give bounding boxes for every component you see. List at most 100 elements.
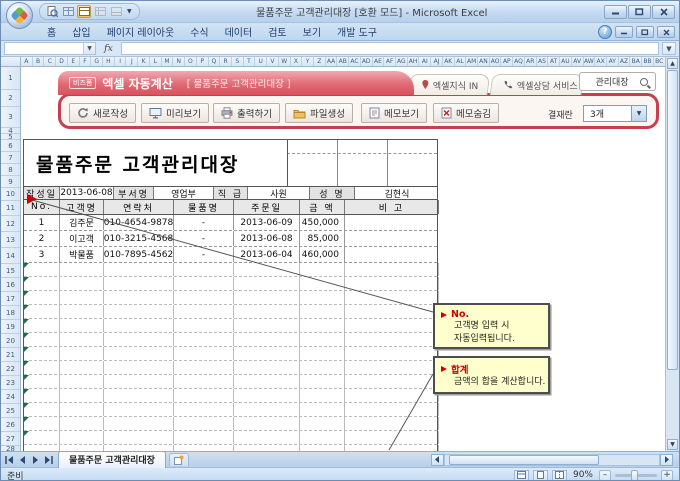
row-header-8[interactable]: 8 <box>1 164 20 176</box>
row-header-26[interactable]: 26 <box>1 418 20 432</box>
ribbon-tab-보기[interactable]: 보기 <box>295 22 329 41</box>
table-cell[interactable] <box>345 291 439 304</box>
table-cell[interactable] <box>234 305 300 318</box>
table-cell[interactable]: 이고객 <box>60 231 104 246</box>
table-cell[interactable]: 010-4654-9878 <box>104 215 174 230</box>
column-header-AQ[interactable]: AQ <box>513 57 525 66</box>
column-header-AG[interactable]: AG <box>396 57 408 66</box>
column-header-E[interactable]: E <box>68 57 80 66</box>
column-header-P[interactable]: P <box>197 57 209 66</box>
row-header-18[interactable]: 18 <box>1 306 20 320</box>
table-cell[interactable]: 2013-06-09 <box>234 215 300 230</box>
scroll-down-icon[interactable]: ▼ <box>667 439 678 450</box>
column-header-AY[interactable]: AY <box>607 57 619 66</box>
table-cell[interactable] <box>104 291 174 304</box>
create-file-button[interactable]: 파일생성 <box>285 103 353 123</box>
info-value[interactable]: 영업부 <box>154 187 214 199</box>
column-header-H[interactable]: H <box>103 57 115 66</box>
column-header-AF[interactable]: AF <box>384 57 396 66</box>
column-header-AI[interactable]: AI <box>419 57 431 66</box>
insert-worksheet-icon[interactable] <box>169 453 189 466</box>
row-header-12[interactable]: 12 <box>1 216 20 232</box>
column-header-X[interactable]: X <box>291 57 303 66</box>
table-cell[interactable] <box>300 305 345 318</box>
table-cell[interactable] <box>174 333 234 346</box>
row-header-7[interactable]: 7 <box>1 152 20 164</box>
table-cell[interactable] <box>300 333 345 346</box>
table-cell[interactable] <box>60 305 104 318</box>
table-cell[interactable] <box>24 319 60 332</box>
table-cell[interactable] <box>234 277 300 290</box>
table-cell[interactable] <box>300 277 345 290</box>
table-cell[interactable] <box>345 319 439 332</box>
row-header-3[interactable]: 3 <box>1 107 20 128</box>
tab-nav-next-icon[interactable] <box>29 453 42 466</box>
column-header-AM[interactable]: AM <box>466 57 478 66</box>
row-header-6[interactable]: 6 <box>1 140 20 152</box>
office-button[interactable] <box>6 2 33 29</box>
zoom-out-icon[interactable]: – <box>599 470 611 481</box>
page-break-view-icon[interactable] <box>552 470 567 481</box>
print-preview-button[interactable]: 미리보기 <box>141 103 209 123</box>
minimize-button[interactable] <box>604 5 627 19</box>
row-header-20[interactable]: 20 <box>1 334 20 348</box>
column-header-U[interactable]: U <box>255 57 267 66</box>
table-header-cell[interactable]: 물품명 <box>174 200 234 214</box>
table-cell[interactable] <box>24 389 60 402</box>
column-header-B[interactable]: B <box>33 57 45 66</box>
table-cell[interactable] <box>345 417 439 430</box>
table-cell[interactable] <box>24 305 60 318</box>
table-cell[interactable] <box>300 263 345 276</box>
column-header-K[interactable]: K <box>138 57 150 66</box>
table-cell[interactable] <box>345 389 439 402</box>
approval-count-value[interactable]: 3개 <box>583 105 632 122</box>
row-header-10[interactable]: 10 <box>1 188 20 201</box>
banner-tab-knowledge[interactable]: 엑셀지식 IN <box>408 74 491 95</box>
table-cell[interactable] <box>60 445 104 451</box>
table-cell[interactable] <box>234 291 300 304</box>
table-cell[interactable] <box>174 263 234 276</box>
table-cell[interactable]: - <box>174 231 234 246</box>
info-label[interactable]: 작성일 <box>24 187 60 199</box>
table-cell[interactable] <box>24 291 60 304</box>
column-header-W[interactable]: W <box>279 57 291 66</box>
print-preview-icon[interactable] <box>45 5 59 18</box>
approval-sign-box[interactable] <box>287 139 438 187</box>
table-cell[interactable] <box>234 389 300 402</box>
table-cell[interactable] <box>174 347 234 360</box>
scroll-right-icon[interactable] <box>660 454 673 466</box>
column-header-AJ[interactable]: AJ <box>431 57 443 66</box>
table-cell[interactable] <box>60 291 104 304</box>
table-cell[interactable] <box>300 291 345 304</box>
table-cell[interactable] <box>60 347 104 360</box>
table-cell[interactable] <box>174 389 234 402</box>
table-cell[interactable] <box>345 247 439 262</box>
table-cell[interactable] <box>60 417 104 430</box>
column-header-BC[interactable]: BC <box>654 57 665 66</box>
table-cell[interactable] <box>60 403 104 416</box>
new-document-button[interactable]: 새로작성 <box>69 103 136 123</box>
table-cell[interactable] <box>300 403 345 416</box>
table-cell[interactable] <box>60 361 104 374</box>
normal-view-icon[interactable] <box>514 470 529 481</box>
table-cell[interactable] <box>234 319 300 332</box>
table-cell[interactable] <box>174 417 234 430</box>
row-header-15[interactable]: 15 <box>1 264 20 278</box>
row-header-14[interactable]: 14 <box>1 248 20 264</box>
table-cell[interactable] <box>24 277 60 290</box>
table-cell[interactable] <box>300 361 345 374</box>
restore-button[interactable] <box>628 5 651 19</box>
table-header-cell[interactable]: 연락처 <box>104 200 174 214</box>
doc-minimize-button[interactable] <box>615 26 633 38</box>
table-cell[interactable] <box>300 445 345 451</box>
column-header-AZ[interactable]: AZ <box>619 57 631 66</box>
row-header-28[interactable]: 28 <box>1 446 20 451</box>
name-box-dropdown-icon[interactable]: ▼ <box>83 43 95 54</box>
table-cell[interactable] <box>234 375 300 388</box>
table-cell[interactable] <box>60 333 104 346</box>
zoom-level[interactable]: 90% <box>573 470 593 480</box>
row-header-19[interactable]: 19 <box>1 320 20 334</box>
table-cell[interactable] <box>174 431 234 444</box>
table-cell[interactable]: 김주문 <box>60 215 104 230</box>
table-cell[interactable] <box>24 361 60 374</box>
